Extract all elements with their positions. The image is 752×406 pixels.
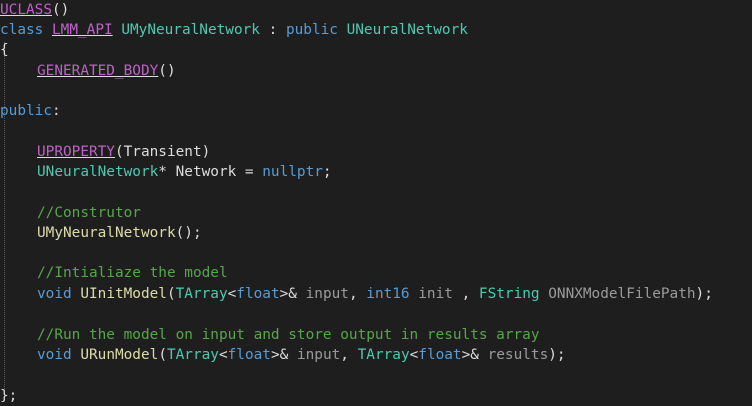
- access-specifier-public: public: [0, 103, 52, 119]
- code-line-3[interactable]: {: [0, 40, 9, 60]
- param-input: input: [296, 347, 341, 363]
- code-line-6[interactable]: public:: [0, 101, 61, 121]
- code-line-2[interactable]: class LMM_API UMyNeuralNetwork : public …: [0, 20, 468, 40]
- code-line-12[interactable]: UMyNeuralNetwork();: [0, 223, 202, 243]
- uproperty-macro: UPROPERTY: [37, 144, 115, 160]
- comment-init-model: //Intialiaze the model: [37, 265, 228, 281]
- api-macro: LMM_API: [52, 22, 113, 38]
- keyword-void: void: [37, 286, 72, 302]
- class-name: UMyNeuralNetwork: [121, 22, 260, 38]
- param-results: results: [487, 347, 549, 363]
- code-line-4[interactable]: GENERATED_BODY(): [0, 61, 176, 81]
- function-urunmodel: URunModel: [80, 347, 159, 363]
- code-editor[interactable]: UCLASS() class LMM_API UMyNeuralNetwork …: [0, 0, 752, 406]
- code-line-14[interactable]: //Intialiaze the model: [0, 263, 228, 283]
- nullptr-keyword: nullptr: [262, 164, 323, 180]
- member-type: UNeuralNetwork: [37, 164, 159, 180]
- code-line-8[interactable]: UPROPERTY(Transient): [0, 142, 210, 162]
- code-line-1[interactable]: UCLASS(): [0, 0, 69, 20]
- comment-run-model: //Run the model on input and store outpu…: [37, 327, 540, 343]
- code-line-18[interactable]: void URunModel(TArray<float>& input, TAr…: [0, 345, 566, 365]
- param-input: input: [305, 286, 349, 302]
- keyword-class: class: [0, 22, 44, 38]
- code-line-17[interactable]: //Run the model on input and store outpu…: [0, 325, 540, 345]
- code-line-11[interactable]: //Construtor: [0, 203, 141, 223]
- base-class-name: UNeuralNetwork: [346, 22, 468, 38]
- uclass-macro: UCLASS: [0, 2, 52, 18]
- comment-constructor: //Construtor: [37, 205, 141, 221]
- param-init: init: [409, 286, 462, 302]
- open-brace: {: [0, 42, 9, 58]
- code-line-20[interactable]: };: [0, 386, 17, 406]
- function-uinitmodel: UInitModel: [80, 286, 167, 302]
- code-line-15[interactable]: void UInitModel(TArray<float>& input, in…: [0, 284, 713, 304]
- code-line-9[interactable]: UNeuralNetwork* Network = nullptr;: [0, 162, 332, 182]
- generated-body-macro: GENERATED_BODY: [37, 63, 159, 79]
- constructor-name: UMyNeuralNetwork: [37, 225, 176, 241]
- keyword-void: void: [37, 347, 72, 363]
- param-onnx-path: ONNXModelFilePath: [539, 286, 696, 302]
- keyword-public: public: [285, 22, 338, 38]
- close-brace: };: [0, 388, 18, 404]
